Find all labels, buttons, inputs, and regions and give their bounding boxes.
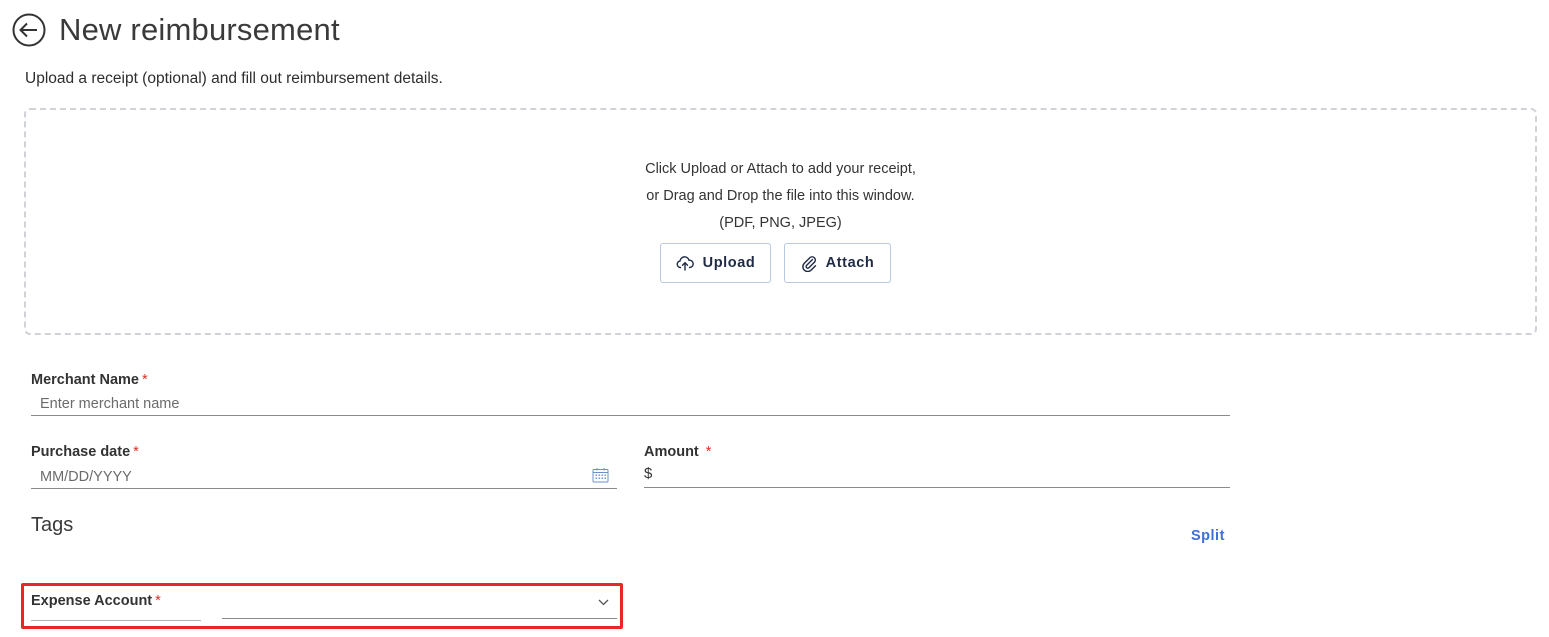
- new-reimbursement-page: New reimbursement Upload a receipt (opti…: [0, 0, 1549, 637]
- amount-input[interactable]: [656, 463, 1230, 487]
- tags-heading: Tags: [31, 514, 74, 536]
- upload-button[interactable]: Upload: [660, 243, 771, 283]
- expense-account-label: Expense Account *: [31, 592, 161, 610]
- merchant-name-label-text: Merchant Name: [31, 372, 139, 388]
- split-link[interactable]: Split: [1191, 528, 1225, 544]
- back-button[interactable]: [12, 13, 46, 47]
- page-subtitle: Upload a receipt (optional) and fill out…: [25, 70, 443, 87]
- amount-label-text: Amount: [644, 444, 699, 460]
- attach-button[interactable]: Attach: [784, 243, 891, 283]
- expense-account-select[interactable]: [222, 593, 617, 619]
- calendar-icon[interactable]: [592, 467, 609, 483]
- dropzone-instruction-1: Click Upload or Attach to add your recei…: [645, 161, 916, 177]
- arrow-left-circle-icon: [12, 13, 46, 47]
- merchant-name-label: Merchant Name *: [31, 371, 148, 389]
- chevron-down-icon: [598, 599, 609, 606]
- receipt-dropzone[interactable]: Click Upload or Attach to add your recei…: [24, 108, 1537, 335]
- purchase-date-label-text: Purchase date: [31, 444, 131, 460]
- cloud-upload-icon: [676, 256, 694, 271]
- required-marker: *: [133, 444, 139, 460]
- dropzone-instruction-2: or Drag and Drop the file into this wind…: [646, 188, 915, 204]
- purchase-date-label: Purchase date *: [31, 443, 139, 461]
- merchant-name-input[interactable]: [31, 392, 1230, 416]
- required-marker: *: [155, 593, 161, 609]
- amount-label: Amount *: [644, 443, 711, 461]
- expense-account-label-underline: [31, 620, 201, 621]
- expense-account-label-text: Expense Account: [31, 593, 153, 609]
- attach-button-label: Attach: [825, 255, 875, 271]
- dropzone-file-types: (PDF, PNG, JPEG): [719, 215, 842, 231]
- amount-underline: [644, 487, 1230, 488]
- required-marker: *: [705, 444, 712, 460]
- currency-symbol: $: [644, 465, 653, 482]
- purchase-date-input[interactable]: [31, 465, 617, 489]
- page-title: New reimbursement: [59, 12, 340, 47]
- paperclip-icon: [801, 256, 816, 272]
- required-marker: *: [141, 372, 148, 388]
- upload-button-label: Upload: [702, 255, 756, 271]
